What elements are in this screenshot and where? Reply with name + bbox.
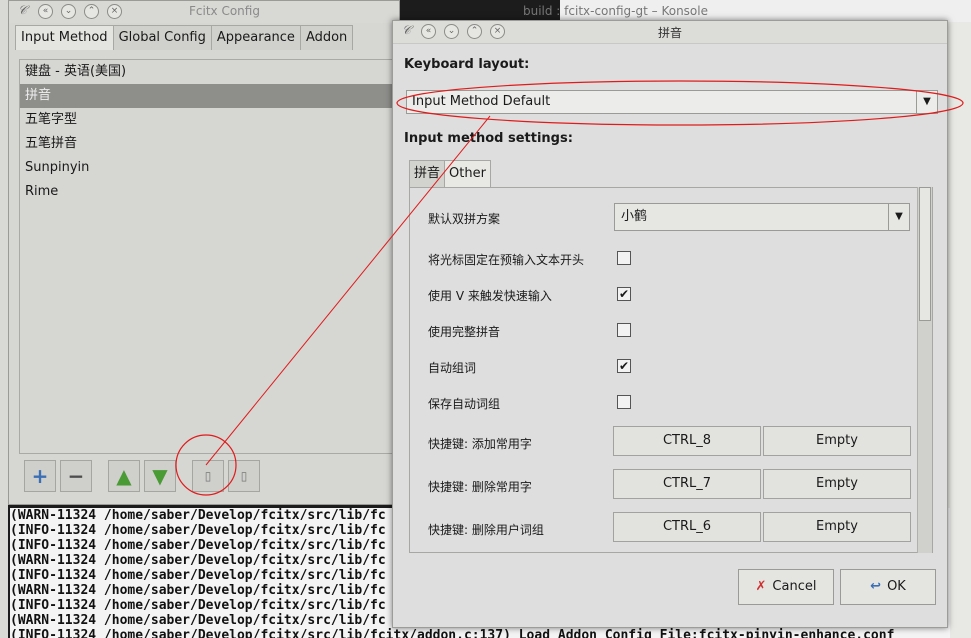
shortcut-key-button[interactable]: CTRL_8 <box>613 426 761 456</box>
app-icon[interactable]: 𝒞 <box>15 4 30 19</box>
list-item[interactable]: 拼音 <box>20 84 398 108</box>
keyboard-layout-label: Keyboard layout: <box>404 57 530 72</box>
configure-button[interactable]: ▯ <box>192 460 224 492</box>
option-checkbox[interactable]: ✔ <box>617 287 631 301</box>
option-label: 自动组词 <box>428 361 477 375</box>
input-method-list: 键盘 - 英语(美国) 拼音 五笔字型 五笔拼音 Sunpinyin Rime <box>19 59 399 454</box>
shortcut-alt-button[interactable]: Empty <box>763 469 911 499</box>
chevron-down-icon[interactable]: ▼ <box>888 204 909 230</box>
desktop-edge <box>0 0 8 638</box>
chevron-down-icon[interactable]: ▼ <box>916 91 937 113</box>
list-item[interactable]: Sunpinyin <box>20 156 398 180</box>
list-item[interactable]: Rime <box>20 180 398 204</box>
fcitx-tabbar: Input Method Global Config Appearance Ad… <box>15 25 354 50</box>
shortcut-key-button[interactable]: CTRL_6 <box>613 512 761 542</box>
settings-scrollbar[interactable] <box>917 187 932 553</box>
list-toolbar: + − ▲ ▼ ▯ ▯ <box>19 457 399 497</box>
tab-appearance[interactable]: Appearance <box>210 25 301 50</box>
cancel-button[interactable]: ✗ Cancel <box>738 569 834 605</box>
close-icon[interactable]: × <box>107 4 122 19</box>
option-label: 使用 V 来触发快速输入 <box>428 289 552 303</box>
fcitx-config-window: 𝒞 « ⌄ ⌃ × Fcitx Config Input Method Glob… <box>8 0 400 505</box>
minus-icon: − <box>67 464 85 488</box>
ok-label: OK <box>887 579 906 594</box>
pinyin-config-dialog: 𝒞 « ⌄ ⌃ × 拼音 Keyboard layout: Input Meth… <box>392 20 948 628</box>
move-down-button[interactable]: ▼ <box>144 460 176 492</box>
tab-global-config[interactable]: Global Config <box>112 25 212 50</box>
shortcut-label: 快捷键: 删除常用字 <box>428 480 532 494</box>
document-icon: ▯ <box>204 469 212 483</box>
dialog-titlebar: 𝒞 « ⌄ ⌃ × 拼音 <box>393 21 947 44</box>
cancel-icon: ✗ <box>755 579 767 594</box>
default-layout-button[interactable]: ▯ <box>228 460 260 492</box>
shortcut-alt-button[interactable]: Empty <box>763 512 911 542</box>
window-title: Fcitx Config <box>189 4 260 18</box>
settings-panel: 默认双拼方案 小鹤 ▼ 将光标固定在预输入文本开头 使用 V 来触发快速输入 ✔… <box>409 187 933 553</box>
settings-tabbar: 拼音 Other <box>409 160 491 187</box>
keyboard-icon: ▯ <box>240 469 248 483</box>
konsole-title: build : fcitx-config-gt – Konsole <box>522 4 708 18</box>
shortcut-key-button[interactable]: CTRL_7 <box>613 469 761 499</box>
list-item[interactable]: 五笔拼音 <box>20 132 398 156</box>
maximize-icon[interactable]: ⌃ <box>84 4 99 19</box>
tab-input-method[interactable]: Input Method <box>15 25 114 50</box>
tab-other[interactable]: Other <box>444 160 491 187</box>
add-button[interactable]: + <box>24 460 56 492</box>
option-label: 保存自动词组 <box>428 397 501 411</box>
console-line: (INFO-11324 /home/saber/Develop/fcitx/sr… <box>10 628 895 638</box>
arrow-up-icon: ▲ <box>116 464 132 488</box>
keep-above-icon[interactable]: « <box>38 4 53 19</box>
cancel-label: Cancel <box>772 579 817 594</box>
im-settings-label: Input method settings: <box>404 131 573 146</box>
konsole-edge <box>948 22 971 638</box>
remove-button[interactable]: − <box>60 460 92 492</box>
ok-button[interactable]: ↩ OK <box>840 569 936 605</box>
keyboard-layout-value: Input Method Default <box>412 94 551 109</box>
tab-addon[interactable]: Addon <box>299 25 354 50</box>
list-item[interactable]: 键盘 - 英语(美国) <box>20 60 398 84</box>
option-checkbox[interactable] <box>617 251 631 265</box>
plus-icon: + <box>31 464 49 488</box>
shortcut-alt-button[interactable]: Empty <box>763 426 911 456</box>
scrollbar-thumb[interactable] <box>919 187 931 321</box>
arrow-down-icon: ▼ <box>152 464 168 488</box>
konsole-titlebar: build : fcitx-config-gt – Konsole <box>523 0 971 22</box>
option-checkbox[interactable] <box>617 395 631 409</box>
option-checkbox[interactable] <box>617 323 631 337</box>
shuangpin-select[interactable]: 小鹤 ▼ <box>614 203 910 231</box>
ok-icon: ↩ <box>870 579 882 594</box>
minimize-icon[interactable]: ⌄ <box>61 4 76 19</box>
option-label: 使用完整拼音 <box>428 325 501 339</box>
shuangpin-label: 默认双拼方案 <box>428 212 501 226</box>
tab-pinyin[interactable]: 拼音 <box>409 160 446 187</box>
shortcut-label: 快捷键: 添加常用字 <box>428 437 532 451</box>
move-up-button[interactable]: ▲ <box>108 460 140 492</box>
option-checkbox[interactable]: ✔ <box>617 359 631 373</box>
shuangpin-value: 小鹤 <box>621 209 648 224</box>
fcitx-titlebar: 𝒞 « ⌄ ⌃ × Fcitx Config <box>9 1 399 23</box>
option-label: 将光标固定在预输入文本开头 <box>428 253 585 267</box>
list-item[interactable]: 五笔字型 <box>20 108 398 132</box>
dialog-title: 拼音 <box>657 26 682 40</box>
keyboard-layout-select[interactable]: Input Method Default ▼ <box>406 90 938 114</box>
shortcut-label: 快捷键: 删除用户词组 <box>428 523 544 537</box>
